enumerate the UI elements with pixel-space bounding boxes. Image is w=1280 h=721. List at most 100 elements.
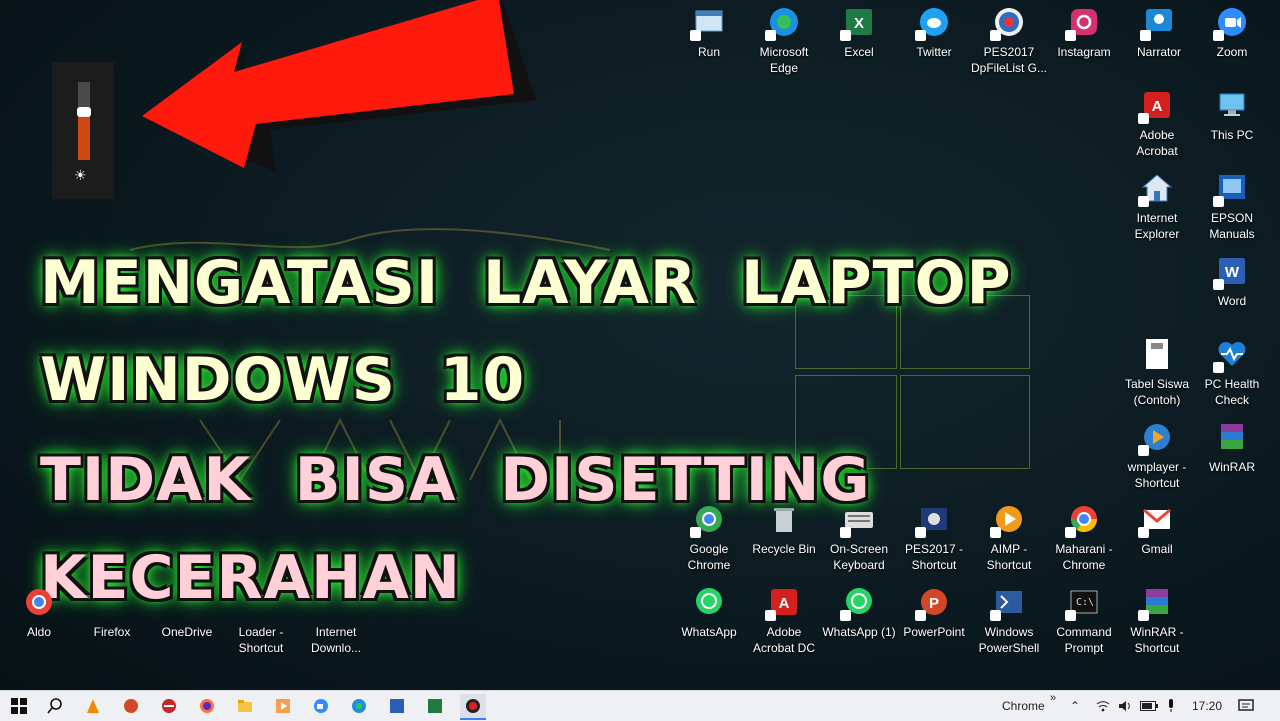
desktop-icon-twitter[interactable]: Twitter [895, 5, 973, 60]
excel-icon: X [840, 5, 876, 41]
run-icon [690, 5, 726, 41]
battery-button[interactable] [1140, 691, 1158, 721]
clock[interactable]: 17:20 [1192, 691, 1222, 721]
pes-icon [915, 502, 951, 538]
brightness-slider[interactable]: ☀ [52, 62, 114, 199]
desktop-icon-instagram[interactable]: Instagram [1045, 5, 1123, 60]
windows-icon [11, 698, 27, 714]
taskbar-vlc[interactable] [80, 694, 106, 718]
tray-expand-chevron[interactable]: » [1050, 683, 1056, 713]
volume-button[interactable] [1118, 691, 1132, 721]
desktop-icon-internet-download[interactable]: Internet Downlo... [297, 585, 375, 656]
desktop-icon-command-prompt[interactable]: C:\ Command Prompt [1045, 585, 1123, 656]
tray-overflow-button[interactable]: ⌃ [1070, 691, 1080, 721]
desktop-icon-narrator[interactable]: Narrator [1120, 5, 1198, 60]
firefox-icon [95, 585, 129, 619]
desktop-icon-whatsapp-1[interactable]: WhatsApp (1) [820, 585, 898, 640]
taskbar-powerpoint[interactable] [118, 694, 144, 718]
desktop-icon-pc-health[interactable]: PC Health Check [1193, 337, 1271, 408]
brightness-track[interactable] [77, 82, 91, 160]
vlc-icon [87, 699, 99, 713]
start-button[interactable] [6, 694, 32, 718]
whatsapp-icon [840, 585, 876, 621]
desktop-icon-internet-explorer[interactable]: Internet Explorer [1118, 171, 1196, 242]
taskbar-media-player[interactable] [270, 694, 296, 718]
edge-icon [765, 5, 801, 41]
notification-button[interactable] [1238, 691, 1254, 721]
desktop-icon-onedrive[interactable]: OneDrive [148, 585, 226, 640]
powershell-icon [990, 585, 1026, 621]
desktop-icon-winrar-shortcut[interactable]: WinRAR - Shortcut [1118, 585, 1196, 656]
edge-icon [352, 699, 366, 713]
taskbar-firefox[interactable] [194, 694, 220, 718]
twitter-icon [915, 5, 951, 41]
desktop-icon-recycle-bin[interactable]: Recycle Bin [745, 502, 823, 557]
red-arrow [142, 0, 536, 172]
narrator-icon [1140, 5, 1176, 41]
word-icon [390, 699, 404, 713]
taskbar-word[interactable] [384, 694, 410, 718]
desktop-icon-gmail[interactable]: Gmail [1118, 502, 1196, 557]
taskbar-file-explorer[interactable] [232, 694, 258, 718]
taskbar-app-red[interactable] [156, 694, 182, 718]
desktop-icon-zoom[interactable]: Zoom [1193, 5, 1271, 60]
firefox-icon [200, 699, 214, 713]
taskbar: Chrome » ⌃ 17:20 [0, 690, 1280, 721]
svg-text:A: A [779, 595, 790, 612]
desktop-icon-excel[interactable]: X Excel [820, 5, 898, 60]
brightness-thumb[interactable] [77, 107, 91, 117]
desktop-icon-winrar[interactable]: WinRAR [1193, 420, 1271, 475]
desktop-icon-epson[interactable]: EPSON Manuals [1193, 171, 1271, 242]
acrobat-icon: A [765, 585, 801, 621]
wifi-icon [1096, 701, 1110, 712]
desktop-icon-aldo[interactable]: Aldo [0, 585, 78, 640]
desktop-icon-whatsapp[interactable]: WhatsApp [670, 585, 748, 640]
taskbar-recorder[interactable] [460, 694, 486, 720]
desktop-icon-adobe-acrobat[interactable]: A Adobe Acrobat [1118, 88, 1196, 159]
folder-icon [238, 700, 252, 712]
desktop-icon-edge[interactable]: Microsoft Edge [745, 5, 823, 76]
desktop-icon-pes-shortcut[interactable]: PES2017 - Shortcut [895, 502, 973, 573]
desktop-icon-wmplayer[interactable]: wmplayer - Shortcut [1118, 420, 1196, 491]
desktop-icon-this-pc[interactable]: This PC [1193, 88, 1271, 143]
winrar-icon [1138, 585, 1174, 621]
aimp-icon [990, 502, 1026, 538]
terminal-icon: C:\ [1065, 585, 1101, 621]
powerpoint-icon [124, 699, 138, 713]
taskbar-zoom[interactable] [308, 694, 334, 718]
desktop-icon-tabel-siswa[interactable]: Tabel Siswa (Contoh) [1118, 337, 1196, 408]
desktop-icon-word[interactable]: W Word [1193, 254, 1271, 309]
record-icon [466, 699, 480, 713]
desktop-icon-firefox[interactable]: Firefox [73, 585, 151, 640]
acrobat-icon: A [1138, 88, 1174, 124]
desktop-icon-acrobat-dc[interactable]: A Adobe Acrobat DC [745, 585, 823, 656]
desktop-icon-powerpoint[interactable]: P PowerPoint [895, 585, 973, 640]
svg-text:W: W [1225, 264, 1240, 281]
desktop-icon-aimp[interactable]: AIMP - Shortcut [970, 502, 1048, 573]
zoom-icon [1213, 5, 1249, 41]
desktop-icon-pes-list[interactable]: PES2017 DpFileList G... [970, 5, 1048, 76]
tray-app-label[interactable]: Chrome [1002, 691, 1045, 721]
chevron-up-icon: ⌃ [1070, 699, 1081, 713]
desktop-icon-google-chrome[interactable]: Google Chrome [670, 502, 748, 573]
battery-icon [1140, 701, 1158, 711]
taskbar-edge[interactable] [346, 694, 372, 718]
desktop: ☀ MENGATASI LAYAR LAPTOP WINDOWS 10 TIDA… [0, 0, 1280, 690]
title-line-1: MENGATASI LAYAR LAPTOP [40, 248, 1012, 318]
excel-icon [428, 699, 442, 713]
computer-icon [1215, 88, 1249, 122]
chrome-icon [22, 585, 56, 619]
desktop-icon-maharani-chrome[interactable]: Maharani - Chrome [1045, 502, 1123, 573]
desktop-icon-loader[interactable]: Loader - Shortcut [222, 585, 300, 656]
taskbar-excel[interactable] [422, 694, 448, 718]
loader-icon [244, 585, 278, 619]
wifi-button[interactable] [1096, 691, 1110, 721]
search-button[interactable] [42, 694, 68, 718]
media-player-icon [276, 699, 290, 713]
desktop-icon-onscreen-keyboard[interactable]: On-Screen Keyboard [820, 502, 898, 573]
desktop-icon-powershell[interactable]: Windows PowerShell [970, 585, 1048, 656]
microphone-button[interactable] [1166, 691, 1176, 721]
desktop-icon-run[interactable]: Run [670, 5, 748, 60]
search-icon [47, 698, 62, 714]
keyboard-icon [840, 502, 876, 538]
